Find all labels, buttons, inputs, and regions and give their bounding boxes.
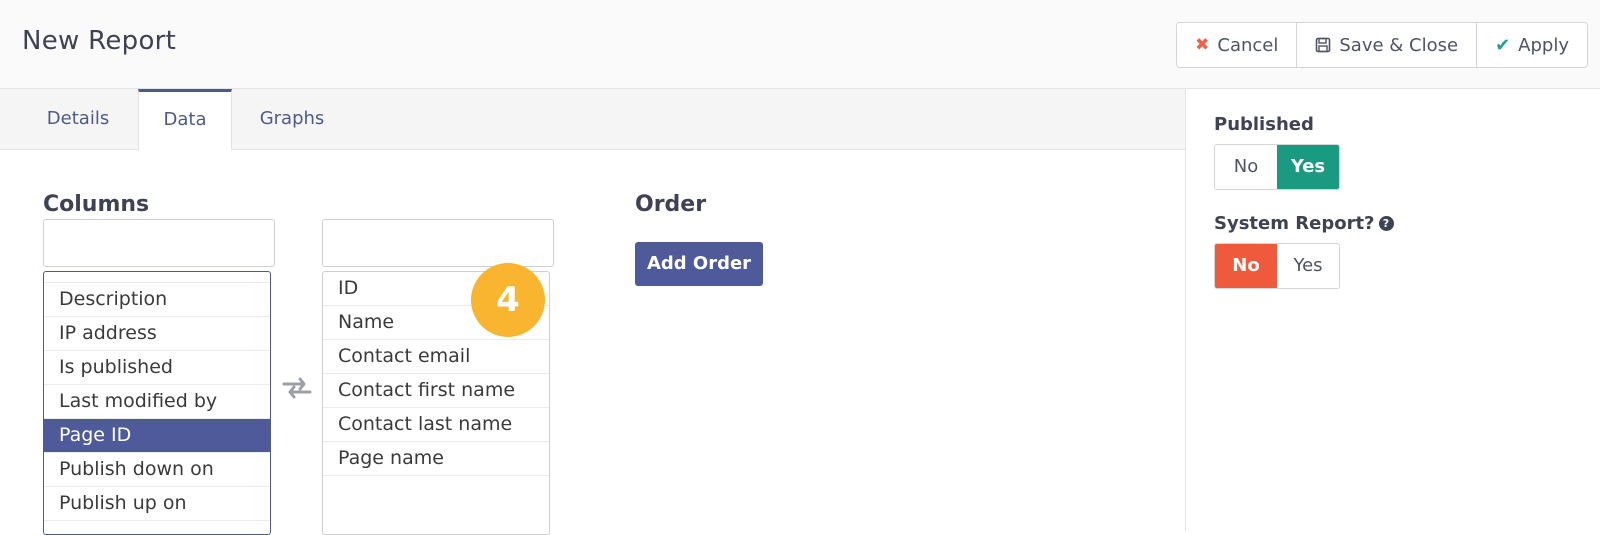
save-icon [1316, 37, 1331, 53]
tab-data[interactable]: Data [138, 89, 232, 150]
add-order-button[interactable]: Add Order [635, 242, 763, 286]
swap-arrows-icon[interactable] [280, 374, 314, 402]
list-item-selected[interactable]: Page ID [44, 419, 270, 453]
page-header: New Report ✖ Cancel Save & Close ✔ Apply [0, 0, 1600, 89]
list-item[interactable]: IP address [44, 317, 270, 351]
system-report-yes-option[interactable]: Yes [1277, 244, 1339, 288]
list-item[interactable]: Contact last name [323, 408, 549, 442]
system-report-label: System Report?? [1214, 213, 1394, 234]
list-item[interactable]: Description [44, 283, 270, 317]
published-toggle: No Yes [1214, 144, 1340, 190]
published-yes-option[interactable]: Yes [1277, 145, 1339, 189]
available-columns-search-input[interactable] [43, 219, 275, 267]
published-label: Published [1214, 114, 1314, 135]
tab-details[interactable]: Details [18, 89, 138, 149]
list-top-spacer [44, 272, 270, 283]
page-title: New Report [22, 26, 177, 56]
save-close-button-label: Save & Close [1339, 34, 1459, 56]
system-report-toggle: No Yes [1214, 243, 1340, 289]
order-heading: Order [635, 192, 707, 217]
list-item[interactable]: Is published [44, 351, 270, 385]
list-item[interactable]: Publish down on [44, 453, 270, 487]
available-columns-list[interactable]: Description IP address Is published Last… [43, 271, 271, 535]
system-report-label-text: System Report? [1214, 213, 1375, 234]
published-no-option[interactable]: No [1215, 145, 1277, 189]
list-item[interactable]: Publish up on [44, 487, 270, 521]
cancel-button-label: Cancel [1217, 34, 1279, 56]
list-item[interactable]: Contact first name [323, 374, 549, 408]
list-item[interactable]: Last modified by [44, 385, 270, 419]
check-icon: ✔ [1495, 34, 1511, 56]
times-icon: ✖ [1195, 35, 1210, 55]
step-marker: 4 [471, 263, 545, 337]
cancel-button[interactable]: ✖ Cancel [1177, 23, 1298, 67]
apply-button-label: Apply [1518, 34, 1569, 56]
header-actions: ✖ Cancel Save & Close ✔ Apply [1176, 22, 1588, 68]
system-report-no-option[interactable]: No [1215, 244, 1277, 288]
tab-bar: Details Data Graphs [0, 89, 1186, 150]
question-circle-icon[interactable]: ? [1378, 216, 1394, 231]
columns-heading: Columns [43, 192, 150, 217]
tab-graphs[interactable]: Graphs [232, 89, 352, 149]
list-item[interactable]: Page name [323, 442, 549, 476]
selected-columns-search-input[interactable] [322, 219, 554, 267]
apply-button[interactable]: ✔ Apply [1477, 23, 1587, 67]
list-item[interactable]: Contact email [323, 340, 549, 374]
save-close-button[interactable]: Save & Close [1297, 23, 1478, 67]
